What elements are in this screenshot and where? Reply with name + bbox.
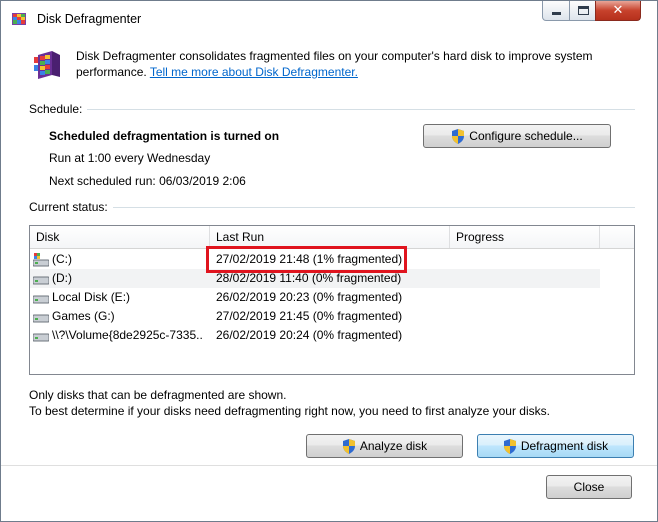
disk-progress [456,250,596,269]
disk-last-run: 27/02/2019 21:48 (1% fragmented) [216,252,403,266]
analyze-disk-button[interactable]: Analyze disk [306,434,463,458]
learn-more-link[interactable]: Tell me more about Disk Defragmenter. [150,65,358,79]
disk-last-run: 27/02/2019 21:45 (0% fragmented) [216,309,403,323]
schedule-run-at: Run at 1:00 every Wednesday [49,151,211,165]
uac-shield-icon [452,128,465,144]
defragmenter-large-icon [32,47,64,84]
notes-line-2: To best determine if your disks need def… [29,404,550,418]
disk-name: Games (G:) [52,309,115,323]
column-header-disk[interactable]: Disk [30,226,210,248]
analyze-disk-label: Analyze disk [359,439,428,453]
maximize-button[interactable] [569,1,596,21]
defragment-disk-button[interactable]: Defragment disk [477,434,634,458]
disk-row-e[interactable]: Local Disk (E:) 26/02/2019 20:23 (0% fra… [30,288,600,307]
schedule-divider [87,109,635,110]
disk-list[interactable]: Disk Last Run Progress (C:) 27/02/2019 2… [29,225,635,375]
uac-shield-icon [342,438,355,454]
minimize-button[interactable] [542,1,570,21]
current-status-label: Current status: [29,200,108,214]
schedule-next-run: Next scheduled run: 06/03/2019 2:06 [49,174,246,188]
close-label: Close [573,480,605,494]
disk-defragmenter-window: Disk Defragmenter ✕ Disk Defragmenter co… [0,0,658,522]
column-header-progress[interactable]: Progress [450,226,600,248]
defragment-disk-label: Defragment disk [520,439,609,453]
disk-last-run: 26/02/2019 20:24 (0% fragmented) [216,328,403,342]
disk-progress [456,269,596,288]
disk-row-g[interactable]: Games (G:) 27/02/2019 21:45 (0% fragment… [30,307,600,326]
disk-name: (C:) [52,252,72,266]
disk-name: (D:) [52,271,72,285]
disk-last-run: 26/02/2019 20:23 (0% fragmented) [216,290,403,304]
hard-drive-icon [32,272,50,289]
configure-schedule-button[interactable]: Configure schedule... [423,124,611,148]
disk-progress [456,326,596,345]
disk-progress [456,288,596,307]
close-icon: ✕ [612,2,624,17]
footer-divider [1,465,657,466]
schedule-status: Scheduled defragmentation is turned on [49,129,280,143]
close-button[interactable]: Close [546,475,632,499]
disk-progress [456,307,596,326]
disk-row-d[interactable]: (D:) 28/02/2019 11:40 (0% fragmented) [30,269,600,288]
disk-list-header: Disk Last Run Progress [30,226,634,249]
hard-drive-icon [32,310,50,327]
disk-name: Local Disk (E:) [52,290,131,304]
hard-drive-icon [32,291,50,308]
hard-drive-icon [32,329,50,346]
disk-row-volume[interactable]: \\?\Volume{8de2925c-7335... 26/02/2019 2… [30,326,600,345]
defragmenter-app-icon [11,10,29,31]
schedule-label: Schedule: [29,102,83,116]
title-bar[interactable]: Disk Defragmenter ✕ [1,1,657,37]
current-status-divider [113,207,635,208]
maximize-icon [578,6,589,15]
intro-description: Disk Defragmenter consolidates fragmente… [76,48,636,80]
system-drive-icon [32,253,50,270]
minimize-icon [552,12,561,15]
column-header-last-run[interactable]: Last Run [210,226,450,248]
close-window-button[interactable]: ✕ [595,1,641,21]
window-title: Disk Defragmenter [37,12,142,26]
disk-row-c[interactable]: (C:) 27/02/2019 21:48 (1% fragmented) [30,250,600,269]
configure-schedule-label: Configure schedule... [469,129,583,143]
disk-last-run: 28/02/2019 11:40 (0% fragmented) [216,271,402,285]
disk-name: \\?\Volume{8de2925c-7335... [52,328,202,342]
uac-shield-icon [503,438,516,454]
notes-line-1: Only disks that can be defragmented are … [29,388,287,402]
